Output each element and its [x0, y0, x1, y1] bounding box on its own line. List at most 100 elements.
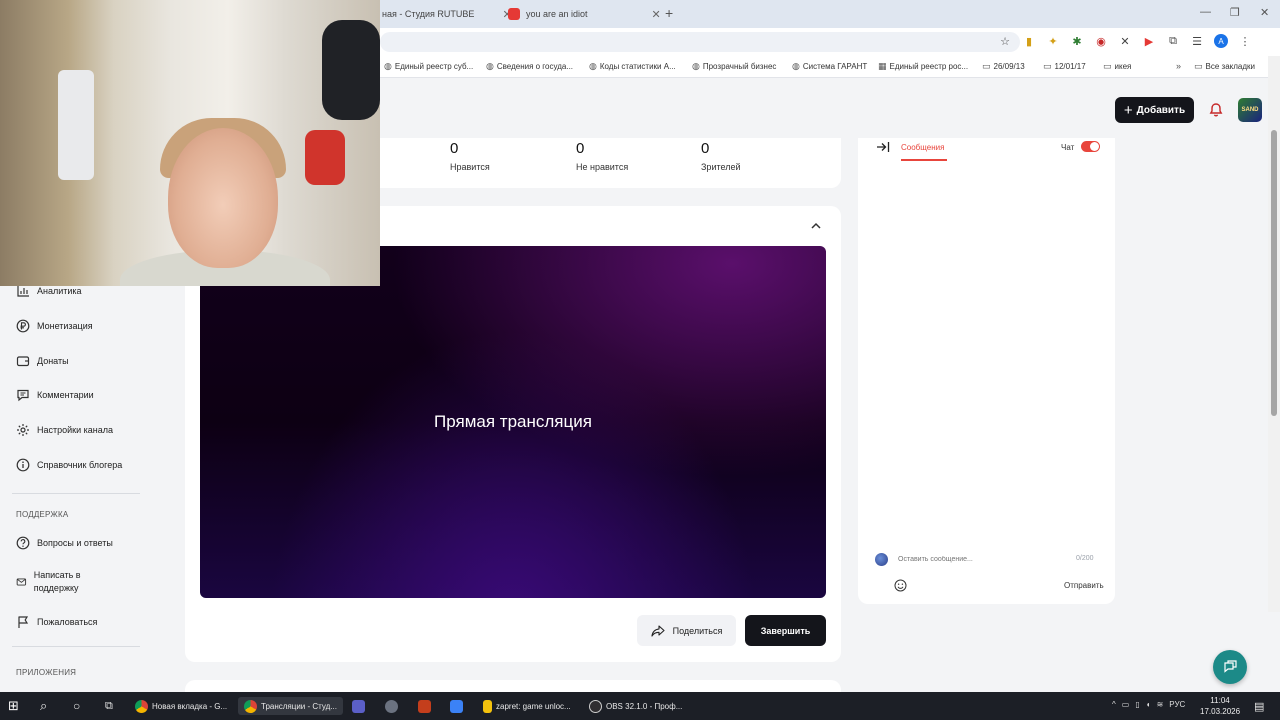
extension-icon[interactable]: ▮ [1022, 34, 1036, 48]
tab-messages[interactable]: Сообщения [901, 143, 944, 152]
finish-stream-button[interactable]: Завершить [745, 615, 826, 646]
plus-icon: + [1123, 101, 1133, 119]
notifications-icon[interactable]: ▤ [1254, 697, 1264, 715]
menu-icon[interactable]: ☰ [1190, 34, 1204, 48]
teams-icon[interactable] [352, 697, 365, 715]
new-tab-button[interactable]: + [665, 5, 673, 21]
app-icon[interactable] [385, 697, 398, 715]
address-bar[interactable] [380, 32, 1020, 52]
channel-avatar[interactable]: SAND [1238, 98, 1262, 122]
browser-tab-idiot[interactable]: you are an idiot ✕ [508, 4, 661, 24]
chrome-icon [244, 699, 257, 713]
sidebar-item-channel-settings[interactable]: Настройки канала [16, 423, 113, 437]
taskbar-item-chrome-studio[interactable]: Трансляции - Студ... [238, 697, 343, 715]
sidebar-item-faq[interactable]: Вопросы и ответы [16, 536, 113, 550]
search-icon[interactable]: ⌕ [40, 697, 47, 715]
folder-icon: ▭ [982, 61, 991, 71]
share-button[interactable]: Поделиться [637, 615, 736, 646]
language-indicator[interactable]: РУС [1169, 700, 1185, 709]
chevron-up-icon[interactable] [810, 220, 822, 232]
sidebar-item-analytics[interactable]: Аналитика [16, 284, 82, 298]
sidebar-item-contact-support[interactable]: Написать в поддержку [16, 569, 106, 595]
send-button[interactable]: Отправить [1064, 581, 1104, 590]
browser-tab-rutube[interactable]: ная - Студия RUTUBE ✕ [382, 4, 512, 24]
star-icon[interactable]: ☆ [998, 34, 1012, 48]
profile-avatar[interactable]: А [1214, 34, 1228, 48]
taskbar-item-chrome-newtab[interactable]: Новая вкладка - G... [135, 697, 227, 715]
chrome-icon [135, 699, 148, 713]
bookmark[interactable]: ◍ Сведения о госуда... [486, 61, 573, 72]
emoji-icon[interactable] [894, 579, 907, 592]
scrollbar-thumb[interactable] [1271, 130, 1277, 416]
help-chat-button[interactable] [1213, 650, 1247, 684]
extension-icon[interactable]: ✕ [1118, 34, 1132, 48]
clock-date: 17.03.2026 [1200, 707, 1241, 716]
support-heading: ПОДДЕРЖКА [16, 510, 69, 519]
avatar [875, 553, 888, 566]
add-button[interactable]: + Добавить [1115, 97, 1194, 123]
youtube-icon[interactable]: ▶ [1142, 34, 1156, 48]
powerpoint-icon[interactable] [418, 697, 431, 715]
camera-icon[interactable] [450, 697, 463, 715]
puzzle-icon[interactable]: ⧉ [1166, 34, 1180, 48]
tab-active-indicator [901, 159, 947, 161]
sidebar-item-report[interactable]: Пожаловаться [16, 615, 97, 629]
taskbar-item-zapret[interactable]: zapret: game unloc... [483, 697, 571, 715]
close-icon[interactable]: ✕ [652, 8, 661, 21]
sidebar-item-donations[interactable]: Донаты [16, 354, 69, 368]
apps-heading: ПРИЛОЖЕНИЯ [16, 668, 77, 677]
taskbar-item-obs[interactable]: OBS 32.1.0 - Проф... [589, 697, 682, 715]
bookmark[interactable]: ◍ Система ГАРАНТ [792, 61, 867, 72]
chat-panel: Сообщения Чат 0/200 Отправить [858, 138, 1115, 604]
network-icon[interactable]: ▭ [1122, 700, 1130, 709]
grid-icon: ▦ [878, 61, 887, 71]
folder-icon: ▭ [1194, 61, 1203, 71]
extension-icon[interactable]: ✦ [1046, 34, 1060, 48]
globe-icon: ◍ [486, 61, 494, 71]
stream-player[interactable]: Прямая трансляция [200, 246, 826, 598]
bookmark[interactable]: ◍ Прозрачный бизнес [692, 61, 776, 72]
bell-icon[interactable] [1208, 102, 1224, 118]
stat-label: Зрителей [701, 162, 741, 172]
minimize-icon[interactable]: — [1200, 6, 1211, 18]
bookmark-folder[interactable]: ▭ 12/01/17 [1043, 61, 1086, 72]
page-scrollbar[interactable] [1268, 56, 1280, 612]
bookmark-folder[interactable]: ▭ 26/09/13 [982, 61, 1025, 72]
wallet-icon [16, 356, 30, 367]
chat-toggle-label: Чат [1061, 143, 1075, 152]
stat-label: Не нравится [576, 162, 629, 172]
stat-label: Нравится [450, 162, 490, 172]
battery-icon[interactable]: ▯ [1135, 700, 1139, 709]
globe-icon: ◍ [692, 61, 700, 71]
task-view-icon[interactable]: ⧉ [105, 697, 113, 715]
extension-icon[interactable]: ✱ [1070, 34, 1084, 48]
chat-toggle[interactable] [1081, 141, 1100, 152]
maximize-icon[interactable]: ❐ [1230, 6, 1240, 19]
close-window-icon[interactable]: ✕ [1260, 6, 1269, 19]
bookmark[interactable]: ▦ Единый реестр рос... [878, 61, 968, 72]
bookmarks-overflow-icon[interactable]: » [1176, 61, 1181, 71]
all-bookmarks[interactable]: ▭ Все закладки [1194, 61, 1255, 72]
stat-viewers: 0 Зрителей [701, 140, 740, 172]
folder-icon: ▭ [1103, 61, 1112, 71]
chat-message-input[interactable] [898, 552, 1100, 566]
extension-icon[interactable]: ◉ [1094, 34, 1108, 48]
more-icon[interactable]: ⋮ [1238, 34, 1252, 48]
system-clock[interactable]: 11:04 17.03.2026 [1200, 695, 1240, 717]
cortana-icon[interactable]: ○ [73, 697, 80, 715]
speaker-icon[interactable]: ◖ [1146, 700, 1151, 709]
extensions-bar: ☆ ▮ ✦ ✱ ◉ ✕ ▶ ⧉ ☰ А ⋮ [998, 34, 1252, 48]
chat-bubble-icon [1224, 660, 1237, 673]
bookmark[interactable]: ◍ Коды статистики А... [589, 61, 676, 72]
bookmark[interactable]: ◍ Единый реестр суб... [384, 61, 473, 72]
chevron-up-icon[interactable]: ^ [1112, 700, 1116, 709]
collapse-panel-icon[interactable] [876, 141, 890, 153]
start-icon[interactable]: ⊞ [8, 697, 19, 715]
sidebar-item-comments[interactable]: Комментарии [16, 388, 94, 402]
bookmark-folder[interactable]: ▭ икея [1103, 61, 1131, 72]
wifi-icon[interactable]: ≋ [1157, 700, 1164, 709]
ruble-icon [16, 319, 30, 333]
sidebar-item-blogger-guide[interactable]: Справочник блогера [16, 458, 122, 472]
folder-icon: ▭ [1043, 61, 1052, 71]
sidebar-item-monetization[interactable]: Монетизация [16, 319, 93, 333]
